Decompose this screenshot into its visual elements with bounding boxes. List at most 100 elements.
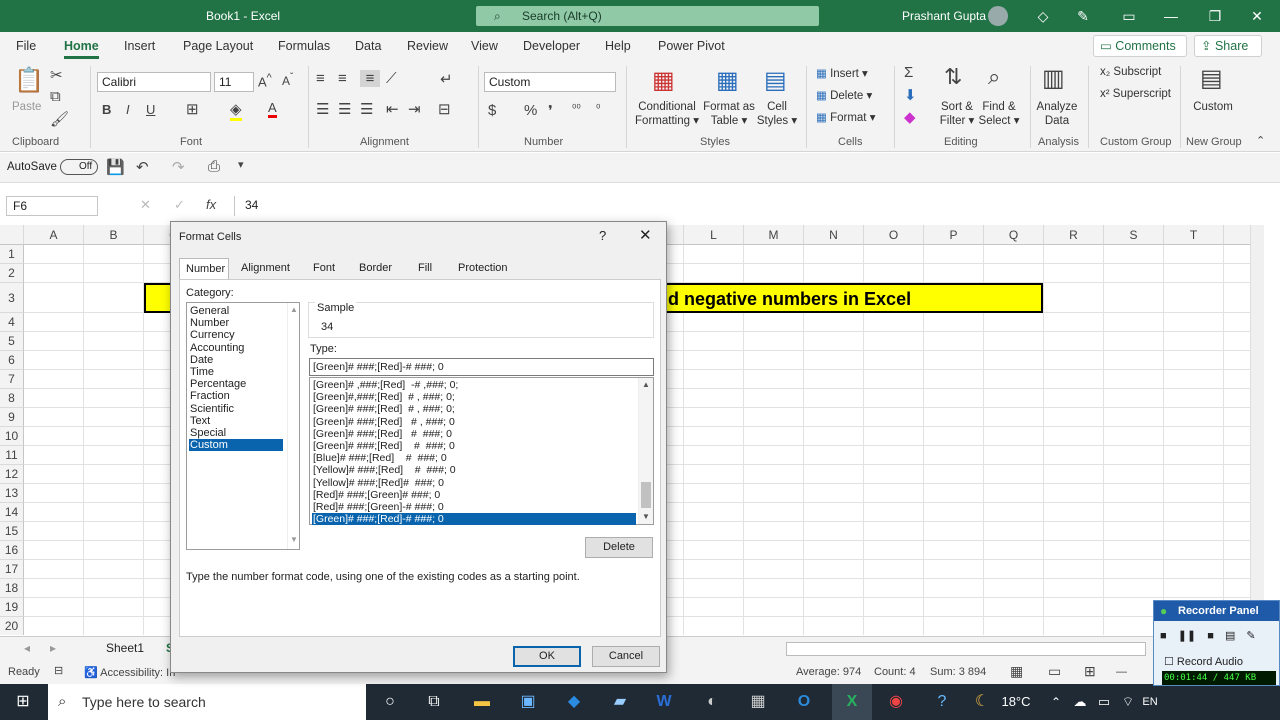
- decrease-font-icon[interactable]: Aˇ: [282, 72, 293, 88]
- status-sum[interactable]: Sum: 3 894: [930, 666, 986, 678]
- category-item[interactable]: Fraction: [189, 390, 283, 402]
- row-header[interactable]: 11: [0, 446, 24, 465]
- format-code-item[interactable]: [Green]# ###;[Red]-# ###; 0: [312, 513, 636, 526]
- number-format-box[interactable]: Custom: [484, 72, 616, 92]
- bold-icon[interactable]: B: [102, 102, 111, 117]
- tab-font[interactable]: Font: [313, 262, 335, 274]
- tab-view[interactable]: View: [471, 39, 498, 53]
- align-center-icon[interactable]: ☰: [338, 100, 351, 118]
- row-header[interactable]: 8: [0, 389, 24, 408]
- format-code-item[interactable]: [Yellow]# ###;[Red] # ###; 0: [312, 464, 636, 476]
- find-select-icon[interactable]: ⌕: [988, 64, 1000, 90]
- pen-tool-icon[interactable]: ✎: [1246, 630, 1255, 642]
- tab-help[interactable]: Help: [605, 39, 631, 53]
- align-top-icon[interactable]: ≡: [316, 70, 325, 87]
- format-code-list[interactable]: [Green]# ,###;[Red] -# ,###; 0; [Green]#,…: [309, 377, 654, 526]
- increase-decimal-icon[interactable]: ⁰⁰: [572, 102, 581, 115]
- align-middle-icon[interactable]: ≡: [338, 70, 347, 87]
- cut-icon[interactable]: ✂: [50, 66, 63, 84]
- weather-icon[interactable]: ☾: [970, 684, 994, 720]
- sort-filter-button[interactable]: Sort & Filter ▾: [934, 100, 980, 128]
- format-as-table-button[interactable]: Format as Table ▾: [702, 100, 756, 128]
- redo-icon[interactable]: ↷: [172, 158, 185, 176]
- network-icon[interactable]: ⌔: [1118, 684, 1138, 720]
- help-icon[interactable]: ?: [928, 684, 956, 720]
- row-header[interactable]: 20: [0, 617, 24, 635]
- onedrive-icon[interactable]: ☁: [1070, 684, 1090, 720]
- dialog-close-button[interactable]: ✕: [639, 226, 652, 244]
- delete-cells-button[interactable]: ▦ Delete ▾: [816, 88, 872, 102]
- stop-icon[interactable]: ■: [1207, 630, 1214, 642]
- column-header[interactable]: N: [804, 225, 864, 245]
- print-preview-icon[interactable]: ⎙: [208, 158, 220, 175]
- pause-icon[interactable]: ❚❚: [1178, 630, 1196, 642]
- row-header[interactable]: 17: [0, 560, 24, 579]
- row-header[interactable]: 2: [0, 264, 24, 283]
- format-code-item[interactable]: [Red]# ###;[Green]-# ###; 0: [312, 501, 636, 513]
- category-item[interactable]: Time: [189, 366, 283, 378]
- record-audio-checkbox[interactable]: ☐ Record Audio: [1164, 655, 1243, 668]
- fill-color-icon[interactable]: ◈: [230, 100, 242, 121]
- autosave-toggle[interactable]: Off: [60, 159, 98, 175]
- currency-icon[interactable]: $: [488, 102, 496, 119]
- temperature[interactable]: 18°C: [996, 684, 1036, 720]
- row-header[interactable]: 12: [0, 465, 24, 484]
- insert-function-icon[interactable]: fx: [206, 197, 216, 212]
- format-code-item[interactable]: [Yellow]# ###;[Red]# ###; 0: [312, 477, 636, 489]
- analyze-data-icon[interactable]: ▥: [1042, 64, 1065, 93]
- column-header[interactable]: Q: [984, 225, 1044, 245]
- tab-review[interactable]: Review: [407, 39, 448, 53]
- find-select-button[interactable]: Find & Select ▾: [976, 100, 1022, 128]
- delete-format-button[interactable]: Delete: [585, 537, 653, 558]
- row-header[interactable]: 4: [0, 313, 24, 332]
- type-input[interactable]: [Green]# ###;[Red]-# ###; 0: [309, 358, 654, 376]
- insert-cells-button[interactable]: ▦ Insert ▾: [816, 66, 868, 80]
- status-average[interactable]: Average: 974: [796, 666, 861, 678]
- row-header[interactable]: 10: [0, 427, 24, 446]
- row-header[interactable]: 3: [0, 283, 24, 313]
- tab-border[interactable]: Border: [359, 262, 392, 274]
- column-header[interactable]: P: [924, 225, 984, 245]
- share-button[interactable]: ⇪ Share: [1194, 35, 1262, 57]
- format-code-item[interactable]: [Green]# ###;[Red] # , ###; 0;: [312, 403, 636, 415]
- confirm-entry-icon[interactable]: ✓: [174, 197, 185, 213]
- column-header[interactable]: A: [24, 225, 84, 245]
- format-code-item[interactable]: [Green]# ,###;[Red] -# ,###; 0;: [312, 379, 636, 391]
- row-header[interactable]: 14: [0, 503, 24, 522]
- cell-styles-button[interactable]: Cell Styles ▾: [756, 100, 798, 128]
- app-icon-2[interactable]: ▦: [744, 684, 772, 720]
- cell-styles-icon[interactable]: ▤: [764, 66, 787, 95]
- tab-number[interactable]: Number: [179, 258, 229, 280]
- tab-file[interactable]: File: [16, 39, 36, 53]
- category-item[interactable]: Special: [189, 427, 283, 439]
- minimize-button[interactable]: —: [1148, 0, 1194, 32]
- analyze-data-button[interactable]: Analyze Data: [1034, 100, 1080, 128]
- tab-alignment[interactable]: Alignment: [241, 262, 290, 274]
- windows-start-icon[interactable]: ⊞: [8, 684, 38, 720]
- language-indicator[interactable]: EN: [1140, 684, 1160, 720]
- orientation-icon[interactable]: ⟋: [386, 70, 397, 87]
- excel-taskbar-icon[interactable]: X: [832, 684, 872, 720]
- tab-home[interactable]: Home: [64, 39, 99, 59]
- cancel-entry-icon[interactable]: ✕: [140, 197, 151, 213]
- autosum-icon[interactable]: Σ: [904, 64, 913, 81]
- page-layout-view-icon[interactable]: ▭: [1048, 663, 1061, 680]
- word-icon[interactable]: W: [650, 684, 678, 720]
- avatar[interactable]: [988, 6, 1008, 26]
- next-sheet-icon[interactable]: ▸: [50, 641, 56, 655]
- ribbon-display-icon[interactable]: ▭: [1106, 0, 1152, 32]
- format-as-table-icon[interactable]: ▦: [716, 66, 739, 95]
- wrap-text-icon[interactable]: ↵: [440, 70, 453, 88]
- decrease-decimal-icon[interactable]: ⁰: [596, 102, 600, 115]
- row-header[interactable]: 18: [0, 579, 24, 598]
- custom-icon[interactable]: ▤: [1200, 64, 1223, 93]
- column-header[interactable]: M: [744, 225, 804, 245]
- save-icon[interactable]: 💾: [106, 158, 125, 176]
- dialog-help-button[interactable]: ?: [599, 228, 606, 243]
- row-header[interactable]: 13: [0, 484, 24, 503]
- category-item[interactable]: Currency: [189, 329, 283, 341]
- format-code-item[interactable]: [Green]# ###;[Red] # ###; 0: [312, 428, 636, 440]
- row-header[interactable]: 19: [0, 598, 24, 617]
- tray-chevron-icon[interactable]: ⌃: [1046, 684, 1066, 720]
- copy-icon[interactable]: ⧉: [50, 88, 61, 105]
